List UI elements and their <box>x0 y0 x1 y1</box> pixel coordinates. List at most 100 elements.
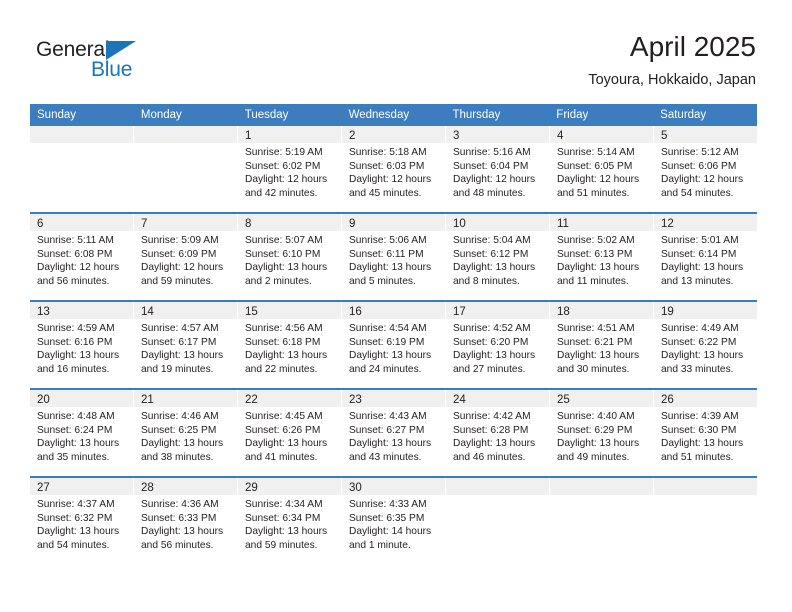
calendar-day-cell[interactable]: 7 Sunrise: 5:09 AM Sunset: 6:09 PM Daylight… <box>134 214 238 300</box>
calendar-day-cell[interactable]: 20 Sunrise: 4:48 AM Sunset: 6:24 PM Dayligh… <box>30 390 134 476</box>
calendar-day-cell[interactable]: 21 Sunrise: 4:46 AM Sunset: 6:25 PM Dayligh… <box>134 390 238 476</box>
day-detail-line: Sunset: 6:19 PM <box>349 336 425 348</box>
day-details: Sunrise: 4:36 AM Sunset: 6:33 PM Daylight:… <box>134 495 237 552</box>
day-detail-line: Sunset: 6:18 PM <box>245 336 321 348</box>
day-details: Sunrise: 5:01 AM Sunset: 6:14 PM Daylight:… <box>654 231 757 288</box>
calendar-day-cell[interactable]: 4 Sunrise: 5:14 AM Sunset: 6:05 PM Daylight… <box>550 126 654 212</box>
day-details: Sunrise: 4:49 AM Sunset: 6:22 PM Daylight:… <box>654 319 757 376</box>
day-detail-line: and 38 minutes. <box>141 451 214 463</box>
day-detail-line: Daylight: 12 hours <box>245 174 328 186</box>
day-detail-line: Sunset: 6:14 PM <box>661 248 737 260</box>
day-detail-line: Sunrise: 5:16 AM <box>453 147 531 158</box>
day-details <box>30 143 133 146</box>
calendar-day-cell[interactable]: 3 Sunrise: 5:16 AM Sunset: 6:04 PM Daylight… <box>446 126 550 212</box>
day-detail-line: Daylight: 13 hours <box>37 438 120 450</box>
day-detail-line: Daylight: 13 hours <box>557 438 640 450</box>
calendar-day-cell[interactable]: 5 Sunrise: 5:12 AM Sunset: 6:06 PM Daylight… <box>654 126 757 212</box>
day-number: 25 <box>557 394 570 406</box>
calendar-day-cell[interactable]: 17 Sunrise: 4:52 AM Sunset: 6:20 PM Dayligh… <box>446 302 550 388</box>
day-number-band: 4 <box>550 126 653 143</box>
day-detail-line: Daylight: 13 hours <box>245 526 328 538</box>
calendar-day-cell[interactable]: 30 Sunrise: 4:33 AM Sunset: 6:35 PM Dayligh… <box>342 478 446 566</box>
day-detail-line: Sunrise: 4:54 AM <box>349 323 427 334</box>
day-number: 1 <box>245 130 252 142</box>
calendar-day-cell[interactable]: 9 Sunrise: 5:06 AM Sunset: 6:11 PM Daylight… <box>342 214 446 300</box>
calendar-day-cell[interactable]: 25 Sunrise: 4:40 AM Sunset: 6:29 PM Dayligh… <box>550 390 654 476</box>
day-detail-line: Daylight: 12 hours <box>661 174 744 186</box>
calendar-day-cell[interactable]: 19 Sunrise: 4:49 AM Sunset: 6:22 PM Dayligh… <box>654 302 757 388</box>
calendar-day-cell[interactable]: 12 Sunrise: 5:01 AM Sunset: 6:14 PM Dayligh… <box>654 214 757 300</box>
calendar-day-cell[interactable]: 16 Sunrise: 4:54 AM Sunset: 6:19 PM Dayligh… <box>342 302 446 388</box>
calendar-day-cell[interactable]: 11 Sunrise: 5:02 AM Sunset: 6:13 PM Dayligh… <box>550 214 654 300</box>
day-detail-line: Sunset: 6:35 PM <box>349 512 425 524</box>
calendar-day-cell[interactable]: 23 Sunrise: 4:43 AM Sunset: 6:27 PM Dayligh… <box>342 390 446 476</box>
day-details: Sunrise: 4:42 AM Sunset: 6:28 PM Daylight:… <box>446 407 549 464</box>
day-number-band: 7 <box>134 214 237 231</box>
day-number: 19 <box>661 306 674 318</box>
day-detail-line: Sunset: 6:27 PM <box>349 424 425 436</box>
day-details: Sunrise: 5:16 AM Sunset: 6:04 PM Daylight:… <box>446 143 549 200</box>
calendar-day-cell[interactable]: 24 Sunrise: 4:42 AM Sunset: 6:28 PM Dayligh… <box>446 390 550 476</box>
day-number: 22 <box>245 394 258 406</box>
day-number-band: 6 <box>30 214 133 231</box>
day-number-band: 28 <box>134 478 237 495</box>
day-detail-line: Sunset: 6:08 PM <box>37 248 113 260</box>
day-number: 23 <box>349 394 362 406</box>
calendar-day-cell-empty <box>446 478 550 566</box>
day-detail-line: Daylight: 13 hours <box>661 438 744 450</box>
day-detail-line: and 48 minutes. <box>453 187 526 199</box>
day-detail-line: Sunset: 6:25 PM <box>141 424 217 436</box>
calendar-day-cell[interactable]: 18 Sunrise: 4:51 AM Sunset: 6:21 PM Dayligh… <box>550 302 654 388</box>
calendar-day-cell[interactable]: 10 Sunrise: 5:04 AM Sunset: 6:12 PM Dayligh… <box>446 214 550 300</box>
day-detail-line: Sunrise: 4:42 AM <box>453 411 531 422</box>
calendar-day-cell[interactable]: 6 Sunrise: 5:11 AM Sunset: 6:08 PM Daylight… <box>30 214 134 300</box>
general-blue-logo[interactable]: General Blue <box>36 38 166 84</box>
day-detail-line: Sunrise: 4:40 AM <box>557 411 635 422</box>
day-details: Sunrise: 5:11 AM Sunset: 6:08 PM Daylight:… <box>30 231 133 288</box>
day-detail-line: Daylight: 12 hours <box>349 174 432 186</box>
calendar-day-cell[interactable]: 13 Sunrise: 4:59 AM Sunset: 6:16 PM Dayligh… <box>30 302 134 388</box>
calendar-day-cell[interactable]: 14 Sunrise: 4:57 AM Sunset: 6:17 PM Dayligh… <box>134 302 238 388</box>
day-number: 15 <box>245 306 258 318</box>
day-detail-line: Sunrise: 4:49 AM <box>661 323 739 334</box>
day-number: 8 <box>245 218 252 230</box>
day-number-band: 5 <box>654 126 757 143</box>
day-detail-line: and 43 minutes. <box>349 451 422 463</box>
day-details: Sunrise: 4:59 AM Sunset: 6:16 PM Daylight:… <box>30 319 133 376</box>
calendar-day-cell[interactable]: 2 Sunrise: 5:18 AM Sunset: 6:03 PM Daylight… <box>342 126 446 212</box>
day-detail-line: Sunset: 6:21 PM <box>557 336 633 348</box>
day-number: 6 <box>37 218 44 230</box>
page-header: General Blue April 2025 Toyoura, Hokkaid… <box>0 0 792 104</box>
day-detail-line: Sunrise: 5:04 AM <box>453 235 531 246</box>
calendar-day-cell[interactable]: 15 Sunrise: 4:56 AM Sunset: 6:18 PM Dayligh… <box>238 302 342 388</box>
day-details: Sunrise: 4:43 AM Sunset: 6:27 PM Daylight:… <box>342 407 445 464</box>
day-details: Sunrise: 5:02 AM Sunset: 6:13 PM Daylight:… <box>550 231 653 288</box>
calendar-day-cell[interactable]: 22 Sunrise: 4:45 AM Sunset: 6:26 PM Dayligh… <box>238 390 342 476</box>
day-detail-line: Sunrise: 4:57 AM <box>141 323 219 334</box>
day-number: 30 <box>349 482 362 494</box>
day-number-band: 23 <box>342 390 445 407</box>
day-detail-line: and 59 minutes. <box>245 539 318 551</box>
day-details: Sunrise: 4:45 AM Sunset: 6:26 PM Daylight:… <box>238 407 341 464</box>
day-detail-line: Daylight: 13 hours <box>245 438 328 450</box>
day-detail-line: Daylight: 13 hours <box>349 262 432 274</box>
calendar-day-cell[interactable]: 26 Sunrise: 4:39 AM Sunset: 6:30 PM Dayligh… <box>654 390 757 476</box>
calendar-day-cell[interactable]: 28 Sunrise: 4:36 AM Sunset: 6:33 PM Dayligh… <box>134 478 238 566</box>
day-detail-line: and 54 minutes. <box>661 187 734 199</box>
calendar-day-cell[interactable]: 29 Sunrise: 4:34 AM Sunset: 6:34 PM Dayligh… <box>238 478 342 566</box>
day-detail-line: Daylight: 12 hours <box>453 174 536 186</box>
calendar-day-cell[interactable]: 27 Sunrise: 4:37 AM Sunset: 6:32 PM Dayligh… <box>30 478 134 566</box>
day-detail-line: Daylight: 12 hours <box>37 262 120 274</box>
day-details: Sunrise: 4:48 AM Sunset: 6:24 PM Daylight:… <box>30 407 133 464</box>
day-detail-line: Daylight: 14 hours <box>349 526 432 538</box>
day-number: 14 <box>141 306 154 318</box>
day-number-band: 24 <box>446 390 549 407</box>
day-details: Sunrise: 5:14 AM Sunset: 6:05 PM Daylight:… <box>550 143 653 200</box>
day-detail-line: Sunset: 6:12 PM <box>453 248 529 260</box>
calendar-day-cell[interactable]: 8 Sunrise: 5:07 AM Sunset: 6:10 PM Daylight… <box>238 214 342 300</box>
day-detail-line: and 8 minutes. <box>453 275 520 287</box>
day-detail-line: and 41 minutes. <box>245 451 318 463</box>
day-details <box>446 495 549 498</box>
calendar-day-cell-empty <box>30 126 134 212</box>
calendar-day-cell[interactable]: 1 Sunrise: 5:19 AM Sunset: 6:02 PM Daylight… <box>238 126 342 212</box>
